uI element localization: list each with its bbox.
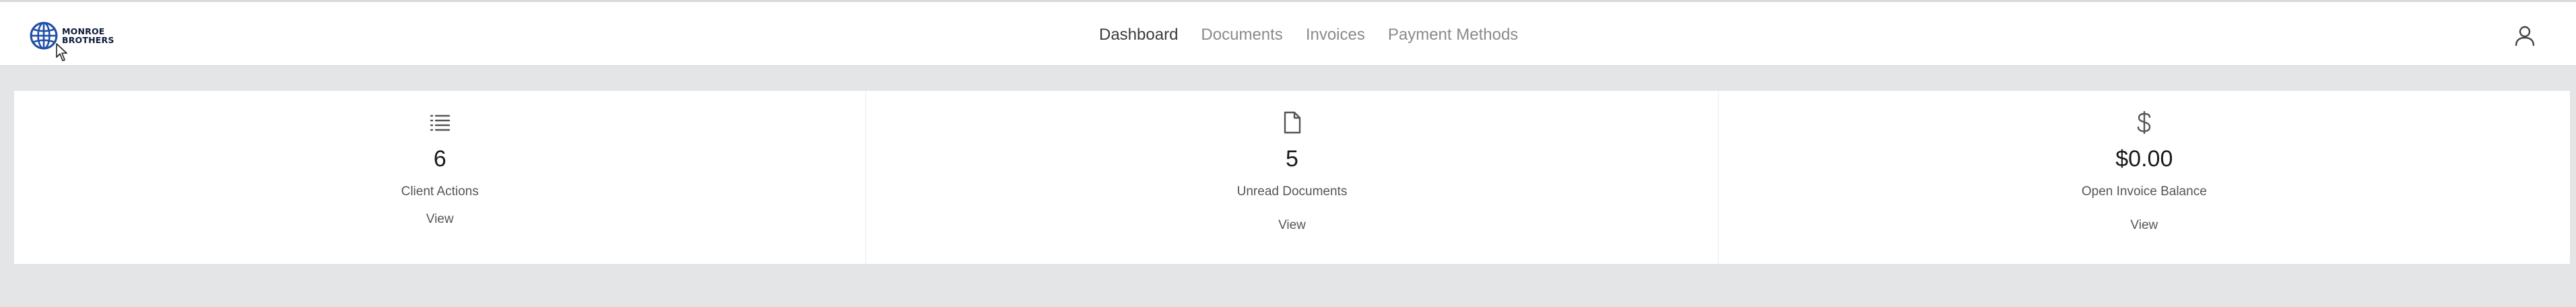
summary-cards: 6 Client Actions View 5 Unread Documents… bbox=[14, 91, 2570, 264]
card-client-actions: 6 Client Actions View bbox=[14, 91, 867, 264]
document-icon bbox=[1284, 111, 1301, 134]
open-invoice-balance-amount: $0.00 bbox=[2115, 146, 2173, 172]
nav-item-invoices[interactable]: Invoices bbox=[1306, 26, 1365, 44]
nav-item-payment-methods[interactable]: Payment Methods bbox=[1388, 26, 1518, 44]
unread-documents-view-link[interactable]: View bbox=[866, 218, 1717, 233]
open-invoice-balance-view-link[interactable]: View bbox=[1719, 218, 2570, 233]
open-invoice-balance-label: Open Invoice Balance bbox=[2081, 184, 2207, 199]
nav-item-dashboard[interactable]: Dashboard bbox=[1099, 26, 1178, 44]
brand-logo[interactable]: MONROE BROTHERS bbox=[30, 21, 114, 50]
unread-documents-count: 5 bbox=[1286, 146, 1298, 172]
list-icon bbox=[430, 114, 451, 131]
dollar-icon bbox=[2137, 111, 2151, 134]
top-navbar: MONROE BROTHERS Dashboard Documents Invo… bbox=[0, 0, 2576, 66]
client-actions-label: Client Actions bbox=[401, 184, 479, 199]
unread-documents-label: Unread Documents bbox=[1236, 184, 1348, 199]
card-unread-documents: 5 Unread Documents View bbox=[866, 91, 1719, 264]
main-nav: Dashboard Documents Invoices Payment Met… bbox=[1099, 2, 1518, 68]
nav-item-documents[interactable]: Documents bbox=[1201, 26, 1282, 44]
user-icon[interactable] bbox=[2515, 25, 2535, 46]
client-actions-count: 6 bbox=[433, 146, 447, 172]
client-actions-view-link[interactable]: View bbox=[14, 212, 865, 227]
mouse-cursor-icon bbox=[56, 43, 67, 61]
card-open-invoice-balance: $0.00 Open Invoice Balance View bbox=[1719, 91, 2570, 264]
globe-icon bbox=[30, 22, 58, 50]
